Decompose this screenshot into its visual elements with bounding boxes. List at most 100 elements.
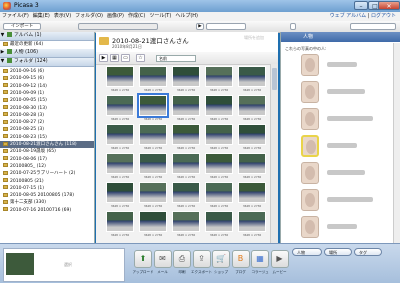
places-toggle[interactable]: 場所 <box>324 248 352 256</box>
photo-thumbnail[interactable]: 3648 × 2736 <box>139 182 167 208</box>
scrollbar[interactable] <box>270 64 278 243</box>
zoom-slider[interactable] <box>78 23 158 30</box>
upload-icon[interactable]: ⬆ <box>134 250 152 268</box>
menu-view[interactable]: 表示(V) <box>52 12 73 21</box>
folder-item[interactable]: 第十二支部 (330) <box>0 199 94 206</box>
print-icon[interactable]: ⎙ <box>173 250 191 268</box>
face-thumbnail[interactable] <box>301 189 319 211</box>
photo-thumbnail[interactable]: 3648 × 2736 <box>106 124 134 150</box>
photo-thumbnail[interactable]: 3648 × 2736 <box>238 95 266 121</box>
photo-thumbnail[interactable]: 3648 × 2736 <box>172 211 200 237</box>
photo-thumbnail[interactable]: 3648 × 2736 <box>205 66 233 92</box>
people-toggle[interactable]: 人物 <box>292 248 322 256</box>
add-place-link[interactable]: 場所を追加 <box>244 35 264 41</box>
photo-thumbnail[interactable]: 3648 × 2736 <box>172 95 200 121</box>
photo-thumbnail[interactable]: 3648 × 2736 <box>139 124 167 150</box>
folders-section[interactable]: ▼ フォルダ (124) <box>0 58 94 67</box>
menu-picture[interactable]: 画像(P) <box>105 12 126 21</box>
photo-thumbnail[interactable]: 3648 × 2736 <box>139 66 167 92</box>
photo-thumbnail[interactable]: 3648 × 2736 <box>205 211 233 237</box>
folder-item[interactable]: 2010-08-21渡口さんさん (118) <box>0 141 94 148</box>
menu-tools[interactable]: ツール(T) <box>147 12 173 21</box>
person-name-field[interactable] <box>327 89 365 94</box>
close-button[interactable]: ✕ <box>378 1 400 10</box>
star-icon[interactable]: ☆ <box>136 54 145 62</box>
face-thumbnail[interactable] <box>301 108 319 130</box>
view-icon[interactable] <box>290 23 296 30</box>
minimize-button[interactable]: – <box>354 1 368 10</box>
menu-file[interactable]: ファイル(F) <box>0 12 31 21</box>
tags-toggle[interactable]: タグ <box>354 248 382 256</box>
photo-thumbnail[interactable]: 3648 × 2736 <box>106 182 134 208</box>
person-name-field[interactable] <box>327 197 373 202</box>
face-thumbnail[interactable] <box>301 216 319 238</box>
person-name-field[interactable] <box>327 170 365 175</box>
folder-item[interactable]: 2010-08-28 (3) <box>0 112 94 119</box>
web-albums-link[interactable]: ウェブ アルバム <box>330 13 367 19</box>
menu-help[interactable]: ヘルプ(H) <box>173 12 200 21</box>
photo-thumbnail[interactable]: 3648 × 2736 <box>238 153 266 179</box>
sidebar-item-recent[interactable]: 最近の更新 (64) <box>0 41 94 48</box>
logout-link[interactable]: ログアウト <box>371 13 396 19</box>
folder-item[interactable]: 2010-08-19晟坂 (65) <box>0 148 94 155</box>
tray-thumbnail[interactable] <box>6 253 34 275</box>
folder-item[interactable]: 20100805_ (12) <box>0 163 94 170</box>
movie-icon[interactable]: ▶ <box>270 250 289 268</box>
thumbnail-size-slider[interactable] <box>206 23 246 30</box>
face-thumbnail[interactable] <box>301 135 319 157</box>
folder-item[interactable]: 2010-08-06 (17) <box>0 156 94 163</box>
menu-create[interactable]: 作成(C) <box>126 12 147 21</box>
folder-item[interactable]: 2010-09-15 (6) <box>0 75 94 82</box>
person-name-field[interactable] <box>327 143 357 148</box>
folder-item[interactable]: 2010-09-09 (1) <box>0 90 94 97</box>
person-name-field[interactable] <box>327 224 357 229</box>
shop-icon[interactable]: 🛒 <box>212 250 230 268</box>
folder-item[interactable]: 2010-08-05 20100805 (178) <box>0 192 94 199</box>
photo-thumbnail[interactable]: 3648 × 2736 <box>172 66 200 92</box>
photo-thumbnail[interactable]: 3648 × 2736 <box>238 211 266 237</box>
folder-item[interactable]: 2010-09-05 (15) <box>0 97 94 104</box>
people-scrollbar[interactable] <box>393 43 400 243</box>
folder-item[interactable]: 2010-08-27 (2) <box>0 119 94 126</box>
photo-thumbnail[interactable]: 3648 × 2736 <box>205 153 233 179</box>
play-icon[interactable]: ▶ <box>196 23 204 30</box>
slideshow-icon[interactable]: ▶ <box>99 54 108 62</box>
collage-icon[interactable]: ▦ <box>110 54 119 62</box>
face-thumbnail[interactable] <box>301 162 319 184</box>
sort-select[interactable]: 名前 <box>156 55 196 62</box>
albums-section[interactable]: ▼ アルバム (1) <box>0 32 94 41</box>
folder-item[interactable]: 20100805 (21) <box>0 178 94 185</box>
folder-item[interactable]: 2010-07-15 (1) <box>0 185 94 192</box>
scroll-thumb[interactable] <box>272 68 277 90</box>
menu-edit[interactable]: 編集(E) <box>31 12 52 21</box>
export-icon[interactable]: ⇪ <box>192 250 211 268</box>
photo-thumbnail[interactable]: 3648 × 2736 <box>106 211 134 237</box>
person-name-field[interactable] <box>327 62 357 67</box>
folder-item[interactable]: 2010-09-16 (6) <box>0 68 94 75</box>
face-thumbnail[interactable] <box>301 81 319 103</box>
collage-icon[interactable]: ▦ <box>251 250 269 268</box>
photo-thumbnail[interactable]: 3648 × 2736 <box>172 124 200 150</box>
email-icon[interactable]: ✉ <box>153 250 172 268</box>
photo-thumbnail[interactable]: 3648 × 2736 <box>238 182 266 208</box>
folder-item[interactable]: 2010-09-12 (14) <box>0 83 94 90</box>
photo-thumbnail[interactable]: 3648 × 2736 <box>106 95 134 121</box>
folder-item[interactable]: 2010-08-30 (13) <box>0 105 94 112</box>
folder-item[interactable]: 2010-08-25 (3) <box>0 126 94 133</box>
photo-thumbnail[interactable]: 3648 × 2736 <box>106 153 134 179</box>
photo-thumbnail[interactable]: 3648 × 2736 <box>172 182 200 208</box>
search-input[interactable] <box>350 23 396 30</box>
photo-thumbnail[interactable]: 3648 × 2736 <box>205 124 233 150</box>
photo-thumbnail[interactable]: 3648 × 2736 <box>137 93 169 121</box>
photo-thumbnail[interactable]: 3648 × 2736 <box>205 95 233 121</box>
face-thumbnail[interactable] <box>301 54 319 76</box>
folder-item[interactable]: 2010-08-23 (15) <box>0 134 94 141</box>
menu-folder[interactable]: フォルダ(O) <box>73 12 105 21</box>
photo-thumbnail[interactable]: 3648 × 2736 <box>172 153 200 179</box>
folder-item[interactable]: 2010-07-25ラブリーハート (2) <box>0 170 94 177</box>
movie-icon[interactable]: ▭ <box>121 54 130 62</box>
folder-item[interactable]: 2010-07-16 20100716 (69) <box>0 207 94 214</box>
photo-thumbnail[interactable]: 3648 × 2736 <box>139 211 167 237</box>
photo-thumbnail[interactable]: 3648 × 2736 <box>238 66 266 92</box>
photo-thumbnail[interactable]: 3648 × 2736 <box>106 66 134 92</box>
